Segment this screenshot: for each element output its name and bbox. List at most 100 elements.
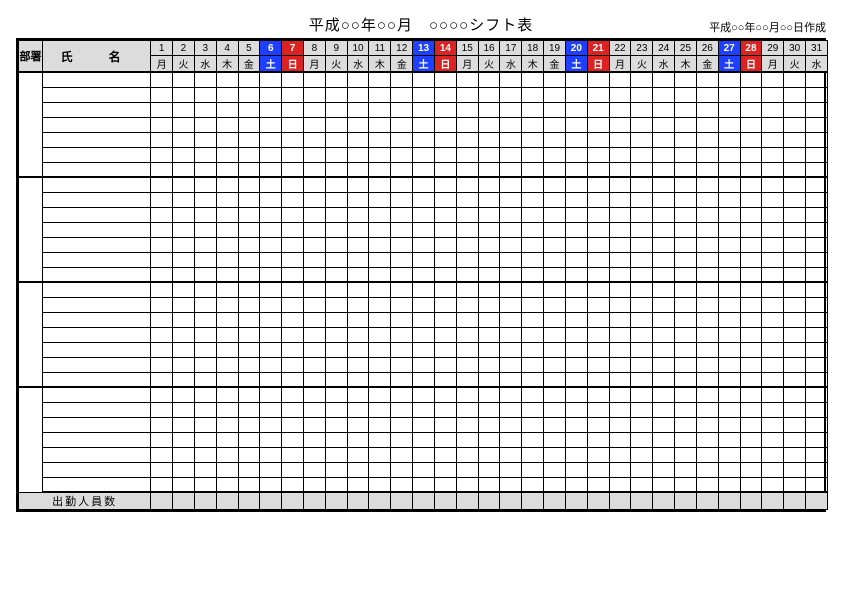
shift-cell[interactable] xyxy=(391,177,413,192)
shift-cell[interactable] xyxy=(478,417,500,432)
shift-cell[interactable] xyxy=(194,387,216,402)
shift-cell[interactable] xyxy=(544,357,566,372)
shift-cell[interactable] xyxy=(806,432,828,447)
shift-cell[interactable] xyxy=(347,162,369,177)
shift-cell[interactable] xyxy=(325,267,347,282)
shift-cell[interactable] xyxy=(718,267,740,282)
shift-cell[interactable] xyxy=(675,462,697,477)
shift-cell[interactable] xyxy=(565,117,587,132)
shift-cell[interactable] xyxy=(565,447,587,462)
shift-cell[interactable] xyxy=(565,147,587,162)
shift-cell[interactable] xyxy=(434,162,456,177)
shift-cell[interactable] xyxy=(260,222,282,237)
shift-cell[interactable] xyxy=(806,207,828,222)
shift-cell[interactable] xyxy=(413,312,435,327)
shift-cell[interactable] xyxy=(544,372,566,387)
shift-cell[interactable] xyxy=(696,222,718,237)
shift-cell[interactable] xyxy=(304,462,326,477)
shift-cell[interactable] xyxy=(347,342,369,357)
shift-cell[interactable] xyxy=(565,372,587,387)
shift-cell[interactable] xyxy=(391,402,413,417)
shift-cell[interactable] xyxy=(413,132,435,147)
shift-cell[interactable] xyxy=(522,72,544,87)
attendance-count-cell[interactable] xyxy=(500,492,522,510)
shift-cell[interactable] xyxy=(740,237,762,252)
shift-cell[interactable] xyxy=(609,222,631,237)
shift-cell[interactable] xyxy=(238,417,260,432)
shift-cell[interactable] xyxy=(369,327,391,342)
shift-cell[interactable] xyxy=(478,327,500,342)
shift-cell[interactable] xyxy=(784,312,806,327)
shift-cell[interactable] xyxy=(282,117,304,132)
shift-cell[interactable] xyxy=(653,237,675,252)
shift-cell[interactable] xyxy=(260,297,282,312)
shift-cell[interactable] xyxy=(304,147,326,162)
shift-cell[interactable] xyxy=(544,72,566,87)
shift-cell[interactable] xyxy=(609,342,631,357)
shift-cell[interactable] xyxy=(369,462,391,477)
shift-cell[interactable] xyxy=(806,267,828,282)
shift-cell[interactable] xyxy=(478,237,500,252)
shift-cell[interactable] xyxy=(151,417,173,432)
shift-cell[interactable] xyxy=(216,237,238,252)
shift-cell[interactable] xyxy=(282,267,304,282)
shift-cell[interactable] xyxy=(740,327,762,342)
name-cell[interactable] xyxy=(43,477,151,492)
shift-cell[interactable] xyxy=(675,222,697,237)
shift-cell[interactable] xyxy=(631,477,653,492)
shift-cell[interactable] xyxy=(304,327,326,342)
shift-cell[interactable] xyxy=(369,87,391,102)
shift-cell[interactable] xyxy=(631,402,653,417)
shift-cell[interactable] xyxy=(413,432,435,447)
shift-cell[interactable] xyxy=(653,222,675,237)
shift-cell[interactable] xyxy=(456,192,478,207)
shift-cell[interactable] xyxy=(696,87,718,102)
shift-cell[interactable] xyxy=(413,297,435,312)
shift-cell[interactable] xyxy=(544,447,566,462)
shift-cell[interactable] xyxy=(806,252,828,267)
name-cell[interactable] xyxy=(43,327,151,342)
shift-cell[interactable] xyxy=(565,102,587,117)
shift-cell[interactable] xyxy=(762,177,784,192)
shift-cell[interactable] xyxy=(325,192,347,207)
attendance-count-cell[interactable] xyxy=(696,492,718,510)
shift-cell[interactable] xyxy=(456,267,478,282)
shift-cell[interactable] xyxy=(369,252,391,267)
attendance-count-cell[interactable] xyxy=(675,492,697,510)
shift-cell[interactable] xyxy=(434,222,456,237)
shift-cell[interactable] xyxy=(304,162,326,177)
name-cell[interactable] xyxy=(43,177,151,192)
shift-cell[interactable] xyxy=(282,462,304,477)
shift-cell[interactable] xyxy=(718,312,740,327)
shift-cell[interactable] xyxy=(173,477,195,492)
shift-cell[interactable] xyxy=(216,387,238,402)
shift-cell[interactable] xyxy=(260,177,282,192)
shift-cell[interactable] xyxy=(391,432,413,447)
shift-cell[interactable] xyxy=(238,282,260,297)
shift-cell[interactable] xyxy=(391,372,413,387)
shift-cell[interactable] xyxy=(544,222,566,237)
shift-cell[interactable] xyxy=(522,177,544,192)
shift-cell[interactable] xyxy=(194,327,216,342)
shift-cell[interactable] xyxy=(304,432,326,447)
shift-cell[interactable] xyxy=(631,327,653,342)
shift-cell[interactable] xyxy=(173,147,195,162)
shift-cell[interactable] xyxy=(609,177,631,192)
shift-cell[interactable] xyxy=(609,72,631,87)
shift-cell[interactable] xyxy=(238,72,260,87)
shift-cell[interactable] xyxy=(478,402,500,417)
shift-cell[interactable] xyxy=(565,297,587,312)
shift-cell[interactable] xyxy=(740,312,762,327)
shift-cell[interactable] xyxy=(304,387,326,402)
shift-cell[interactable] xyxy=(434,372,456,387)
shift-cell[interactable] xyxy=(609,447,631,462)
shift-cell[interactable] xyxy=(565,72,587,87)
shift-cell[interactable] xyxy=(413,282,435,297)
shift-cell[interactable] xyxy=(413,147,435,162)
shift-cell[interactable] xyxy=(631,462,653,477)
shift-cell[interactable] xyxy=(675,117,697,132)
shift-cell[interactable] xyxy=(696,177,718,192)
shift-cell[interactable] xyxy=(653,87,675,102)
shift-cell[interactable] xyxy=(806,387,828,402)
shift-cell[interactable] xyxy=(260,162,282,177)
